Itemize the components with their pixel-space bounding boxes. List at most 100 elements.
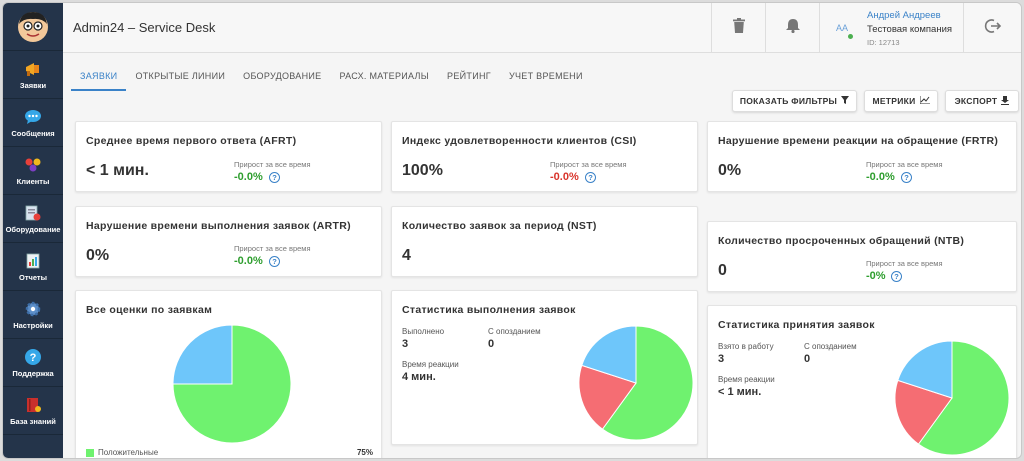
page-title: Admin24 – Service Desk xyxy=(73,20,216,35)
megaphone-icon xyxy=(24,60,42,78)
metric-value: 0% xyxy=(718,162,742,179)
user-avatar: AA xyxy=(836,23,849,33)
acceptance-pie-chart xyxy=(894,340,1010,456)
sidebar-item-reports[interactable]: Отчеты xyxy=(3,243,63,291)
metric-title: Нарушение времени выполнения заявок (ART… xyxy=(86,220,351,232)
metric-title: Количество просроченных обращений (NTB) xyxy=(718,235,965,247)
help-icon: ? xyxy=(24,348,42,366)
sidebar-item-tickets[interactable]: Заявки xyxy=(3,51,63,99)
filter-icon xyxy=(841,96,850,106)
card-title: Статистика принятия заявок xyxy=(718,319,875,331)
metric-title: Среднее время первого ответа (AFRT) xyxy=(86,135,297,147)
sidebar-item-equipment[interactable]: Оборудование xyxy=(3,195,63,243)
sidebar-item-label: База знаний xyxy=(10,416,56,426)
metric-title: Количество заявок за период (NST) xyxy=(402,220,597,232)
tab-rating[interactable]: РЕЙТИНГ xyxy=(438,67,500,91)
clients-icon xyxy=(24,156,42,174)
ratings-card: Все оценки по заявкам Положительные 75% xyxy=(75,290,382,458)
metric-title: Нарушение времени реакции на обращение (… xyxy=(718,135,999,147)
logout-button[interactable] xyxy=(963,3,1021,53)
sidebar-item-label: Настройки xyxy=(13,320,53,330)
growth-label: Прирост за все время xyxy=(234,244,311,253)
show-filters-label: ПОКАЗАТЬ ФИЛЬТРЫ xyxy=(739,96,838,106)
tab-time-tracking[interactable]: УЧЕТ ВРЕМЕНИ xyxy=(500,67,592,91)
done-label: Выполнено xyxy=(402,327,445,336)
reaction-time-label: Время реакции xyxy=(402,360,459,369)
metric-card-afrt: Среднее время первого ответа (AFRT) < 1 … xyxy=(75,121,382,192)
chat-icon xyxy=(24,108,42,126)
trash-button[interactable] xyxy=(711,3,765,53)
tab-open-lines[interactable]: ОТКРЫТЫЕ ЛИНИИ xyxy=(126,67,234,91)
sidebar-item-label: Заявки xyxy=(19,80,47,90)
reaction-time-value: < 1 мин. xyxy=(718,386,762,398)
help-icon[interactable]: ? xyxy=(901,172,912,183)
growth-value: -0.0% xyxy=(550,171,579,183)
sidebar: Заявки Сообщения Клиенты Оборудование От… xyxy=(3,3,63,458)
growth-value: -0.0% xyxy=(234,171,263,183)
app-window: Заявки Сообщения Клиенты Оборудование От… xyxy=(2,2,1022,459)
sidebar-item-messages[interactable]: Сообщения xyxy=(3,99,63,147)
growth-value: -0.0% xyxy=(866,171,895,183)
svg-text:?: ? xyxy=(30,352,37,364)
notifications-button[interactable] xyxy=(765,3,819,53)
tab-equipment[interactable]: ОБОРУДОВАНИЕ xyxy=(234,67,330,91)
download-icon xyxy=(1001,95,1010,107)
taken-label: Взято в работу xyxy=(718,342,774,351)
help-icon[interactable]: ? xyxy=(891,271,902,282)
sidebar-item-label: Сообщения xyxy=(11,128,55,138)
chart-line-icon xyxy=(919,96,930,106)
sidebar-item-support[interactable]: ? Поддержка xyxy=(3,339,63,387)
growth-label: Прирост за все время xyxy=(234,160,311,169)
equipment-icon xyxy=(24,204,42,222)
tab-tickets[interactable]: ЗАЯВКИ xyxy=(71,67,127,91)
metric-value: 100% xyxy=(402,162,443,179)
growth-label: Прирост за все время xyxy=(550,160,627,169)
late-value: 0 xyxy=(804,353,811,365)
help-icon[interactable]: ? xyxy=(585,172,596,183)
completion-stats-card: Статистика выполнения заявок Выполнено 3… xyxy=(391,290,698,445)
tab-consumables[interactable]: РАСХ. МАТЕРИАЛЫ xyxy=(330,67,438,91)
sidebar-item-knowledge-base[interactable]: База знаний xyxy=(3,387,63,435)
tab-bar: ЗАЯВКИ ОТКРЫТЫЕ ЛИНИИ ОБОРУДОВАНИЕ РАСХ.… xyxy=(71,67,592,91)
logo-avatar[interactable] xyxy=(3,3,63,51)
card-title: Статистика выполнения заявок xyxy=(402,304,576,316)
gear-icon xyxy=(24,300,42,318)
trash-icon xyxy=(732,18,745,38)
ratings-pie-slice-1[interactable] xyxy=(172,324,233,385)
help-icon[interactable]: ? xyxy=(269,172,280,183)
legend-label: Положительные xyxy=(98,448,159,457)
metric-card-frtr: Нарушение времени реакции на обращение (… xyxy=(707,121,1017,192)
sidebar-item-settings[interactable]: Настройки xyxy=(3,291,63,339)
report-icon xyxy=(24,252,42,270)
user-profile[interactable]: AA Андрей Андреев Тестовая компания ID: … xyxy=(819,3,963,53)
completion-pie-chart xyxy=(578,325,694,441)
metrics-button[interactable]: МЕТРИКИ xyxy=(864,90,938,112)
growth-value: -0.0% xyxy=(234,255,263,267)
help-icon[interactable]: ? xyxy=(269,256,280,267)
metric-card-artr: Нарушение времени выполнения заявок (ART… xyxy=(75,206,382,277)
growth-label: Прирост за все время xyxy=(866,160,943,169)
late-label: С опозданием xyxy=(488,327,541,336)
export-button[interactable]: ЭКСПОРТ xyxy=(945,90,1019,112)
logout-icon xyxy=(984,18,1002,39)
sidebar-item-clients[interactable]: Клиенты xyxy=(3,147,63,195)
export-label: ЭКСПОРТ xyxy=(954,96,998,106)
metric-card-ntb: Количество просроченных обращений (NTB) … xyxy=(707,221,1017,292)
late-label: С опозданием xyxy=(804,342,857,351)
sidebar-item-label: Оборудование xyxy=(5,224,61,234)
user-id: ID: 12713 xyxy=(867,38,900,47)
metric-card-nst: Количество заявок за период (NST) 4 xyxy=(391,206,698,277)
ratings-pie-chart xyxy=(172,324,292,444)
mascot-icon xyxy=(18,11,48,42)
bell-icon xyxy=(785,18,800,38)
sidebar-item-label: Клиенты xyxy=(16,176,50,186)
sidebar-item-label: Поддержка xyxy=(12,368,54,378)
taken-value: 3 xyxy=(718,353,725,365)
show-filters-button[interactable]: ПОКАЗАТЬ ФИЛЬТРЫ xyxy=(732,90,857,112)
done-value: 3 xyxy=(402,338,409,350)
user-name[interactable]: Андрей Андреев xyxy=(867,10,941,21)
header: Admin24 – Service Desk AA Андрей Андреев… xyxy=(63,3,1021,53)
growth-value: -0% xyxy=(866,270,886,282)
metrics-label: МЕТРИКИ xyxy=(872,96,916,106)
metric-value: < 1 мин. xyxy=(86,162,149,179)
